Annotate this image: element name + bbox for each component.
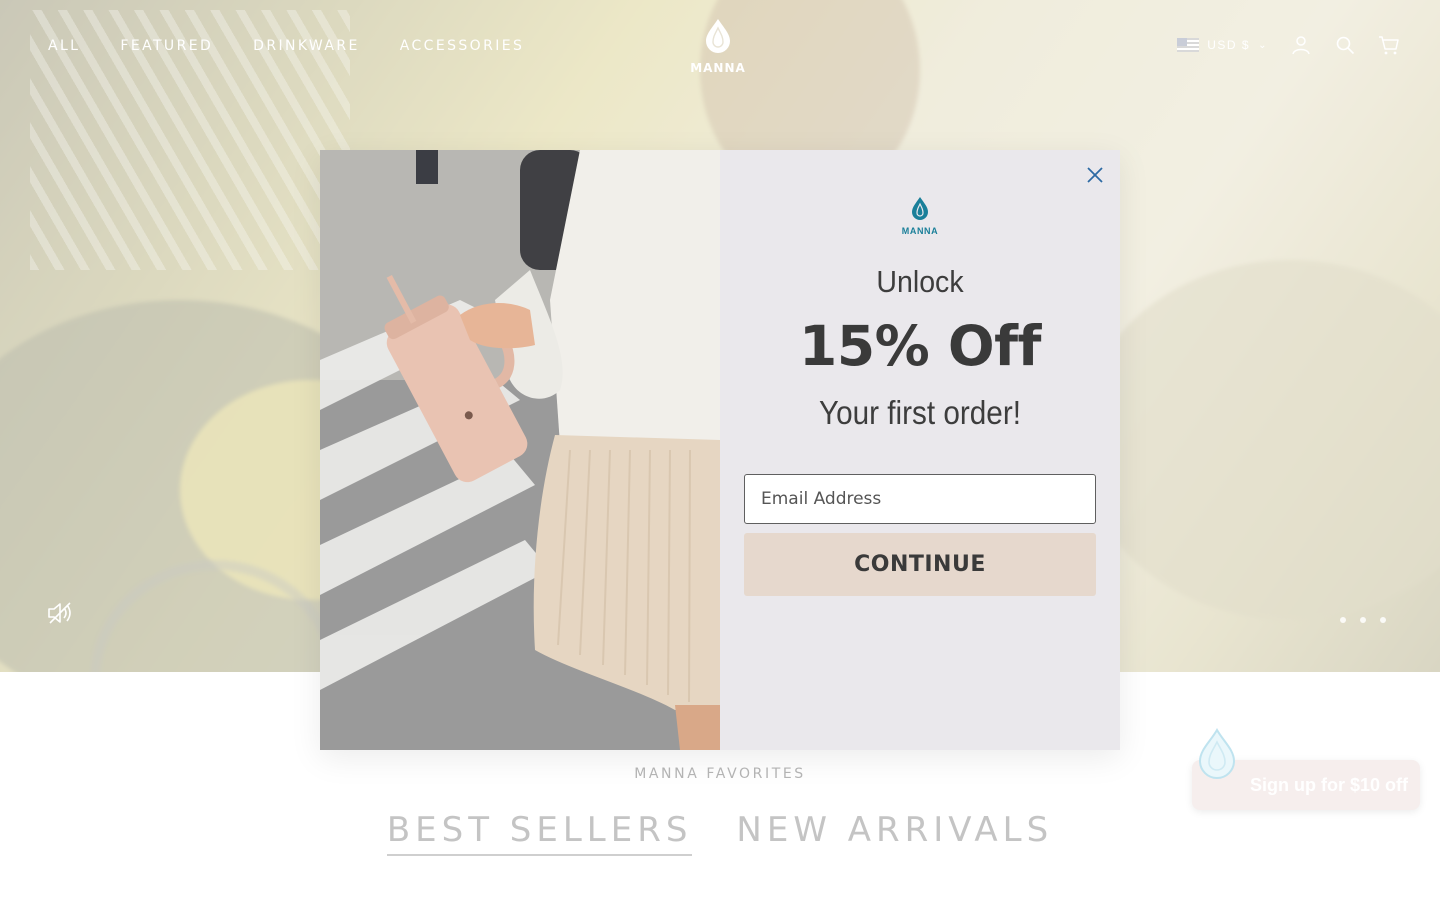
signup-teaser-label: Sign up for $10 off <box>1249 774 1408 795</box>
site-logo[interactable]: MANNA <box>686 18 750 75</box>
slide-dot[interactable] <box>1340 617 1346 623</box>
discount-popup: MANNA Unlock 15% Off Your first order! C… <box>320 150 1120 750</box>
water-drop-icon <box>1198 728 1236 779</box>
nav-link-accessories[interactable]: ACCESSORIES <box>400 38 525 54</box>
mute-icon <box>48 602 71 624</box>
account-icon[interactable] <box>1290 34 1312 56</box>
nav-link-drinkware[interactable]: DRINKWARE <box>253 38 360 54</box>
popup-logo-text: MANNA <box>901 226 939 236</box>
close-icon <box>1087 167 1103 183</box>
nav-link-all[interactable]: ALL <box>48 38 80 54</box>
popup-form-panel: MANNA Unlock 15% Off Your first order! C… <box>720 150 1120 750</box>
continue-button[interactable]: CONTINUE <box>744 533 1096 596</box>
search-icon[interactable] <box>1334 34 1356 56</box>
currency-label: USD $ <box>1207 38 1251 52</box>
slide-dot[interactable] <box>1360 617 1366 623</box>
logo-text: MANNA <box>690 61 746 75</box>
popup-headline-discount: 15% Off <box>799 314 1041 378</box>
slide-dot[interactable] <box>1380 617 1386 623</box>
nav-link-featured[interactable]: FEATURED <box>120 38 213 54</box>
slide-indicators <box>1340 617 1386 623</box>
product-tabs: BEST SELLERS NEW ARRIVALS <box>0 810 1440 856</box>
flag-icon <box>1177 38 1200 52</box>
close-button[interactable] <box>1084 164 1106 186</box>
chevron-down-icon: ⌄ <box>1258 39 1268 51</box>
main-nav: ALL FEATURED DRINKWARE ACCESSORIES <box>48 38 524 54</box>
header-actions: USD $ ⌄ <box>1177 34 1400 56</box>
popup-logo: MANNA <box>896 196 944 236</box>
water-drop-logo-icon <box>706 19 730 53</box>
site-header: ALL FEATURED DRINKWARE ACCESSORIES MANNA… <box>0 0 1440 96</box>
popup-headline-unlock: Unlock <box>876 264 964 299</box>
lifestyle-image <box>320 150 720 750</box>
popup-lifestyle-photo <box>320 150 720 750</box>
email-field[interactable] <box>744 474 1096 524</box>
water-drop-logo-icon <box>912 197 928 220</box>
tab-new-arrivals[interactable]: NEW ARRIVALS <box>736 810 1053 856</box>
mute-button[interactable] <box>46 600 76 626</box>
currency-selector[interactable]: USD $ ⌄ <box>1177 38 1268 52</box>
cart-icon[interactable] <box>1378 34 1400 56</box>
popup-headline-first-order: Your first order! <box>819 394 1021 431</box>
tab-best-sellers[interactable]: BEST SELLERS <box>386 810 693 856</box>
